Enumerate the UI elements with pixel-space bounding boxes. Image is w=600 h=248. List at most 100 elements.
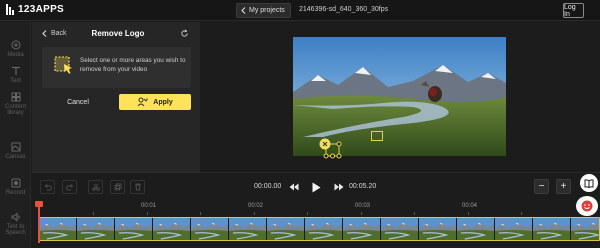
filmstrip-frame	[419, 218, 457, 240]
duplicate-button[interactable]	[110, 180, 125, 194]
login-button[interactable]: Log In	[563, 3, 584, 18]
filmstrip-frame	[533, 218, 571, 240]
my-projects-button[interactable]: My projects	[236, 3, 291, 18]
chevron-left-icon	[42, 30, 47, 37]
ruler-tick	[147, 212, 148, 215]
select-area-icon	[54, 56, 72, 74]
fast-forward-icon	[334, 183, 344, 191]
split-button[interactable]	[88, 180, 103, 194]
content-library-icon	[11, 92, 20, 102]
ruler-tick-label: 00:03	[355, 203, 371, 209]
video-track-clip[interactable]	[38, 217, 600, 241]
support-icon	[581, 200, 593, 212]
reset-icon[interactable]	[180, 29, 189, 38]
chevron-left-icon	[241, 7, 246, 14]
filmstrip-frame	[153, 218, 191, 240]
sidebar-item-canvas[interactable]: Canvas	[0, 142, 31, 160]
filmstrip-frame	[267, 218, 305, 240]
logo-selection-area[interactable]	[371, 131, 383, 141]
filmstrip-frame	[305, 218, 343, 240]
top-bar: 123APPS My projects 2146396-sd_640_360_3…	[0, 0, 600, 21]
rewind-button[interactable]	[288, 181, 300, 193]
app-window: 123APPS My projects 2146396-sd_640_360_3…	[0, 0, 600, 248]
apply-button[interactable]: Apply	[119, 94, 191, 110]
text-to-speech-icon	[11, 212, 20, 222]
filmstrip-frame	[457, 218, 495, 240]
logo-selection-handle[interactable]	[318, 138, 344, 160]
timeline-ruler[interactable]: 00:01 00:02 00:03 00:04	[32, 201, 600, 217]
guide-button[interactable]	[580, 174, 598, 192]
cancel-button[interactable]: Cancel	[44, 94, 112, 110]
redo-icon	[65, 184, 73, 191]
sidebar-item-label: Record	[5, 190, 26, 196]
minus-icon: −	[538, 180, 545, 192]
filmstrip-frame	[115, 218, 153, 240]
sidebar-item-text[interactable]: Text	[0, 66, 31, 84]
filmstrip-frame	[343, 218, 381, 240]
instruction-box: Select one or more areas you wish to rem…	[42, 47, 191, 88]
trash-icon	[134, 183, 141, 191]
brand-logo[interactable]: 123APPS	[6, 4, 64, 15]
ruler-tick-label: 00:01	[141, 203, 157, 209]
plus-icon: +	[560, 180, 567, 192]
apply-icon	[137, 97, 149, 107]
ruler-tick	[361, 212, 362, 215]
ruler-tick	[254, 212, 255, 215]
filmstrip-frame	[39, 218, 77, 240]
play-button[interactable]	[310, 181, 322, 193]
sidebar-item-label: Media	[7, 52, 24, 58]
ruler-tick	[414, 212, 415, 215]
remove-logo-panel: Back Remove Logo Select one or more area…	[32, 22, 200, 172]
panel-title: Remove Logo	[91, 29, 145, 38]
my-projects-label: My projects	[249, 7, 285, 14]
filmstrip-frame	[77, 218, 115, 240]
ruler-tick	[307, 212, 308, 215]
back-button[interactable]: Back	[42, 30, 67, 37]
ruler-tick	[521, 212, 522, 215]
filmstrip-frame	[229, 218, 267, 240]
sidebar: Media Text Content library Canvas Record…	[0, 22, 31, 248]
filmstrip-frame	[571, 218, 599, 240]
ruler-tick	[200, 212, 201, 215]
filmstrip-frame	[495, 218, 533, 240]
undo-button[interactable]	[40, 180, 55, 194]
sidebar-item-text-to-speech[interactable]: Text to Speech	[0, 212, 31, 236]
delete-button[interactable]	[130, 180, 145, 194]
instruction-text: Select one or more areas you wish to rem…	[80, 57, 186, 73]
filmstrip-frame	[381, 218, 419, 240]
scissors-icon	[91, 183, 100, 191]
sidebar-item-label: Text	[9, 78, 21, 84]
zoom-out-button[interactable]: −	[534, 179, 549, 194]
total-time: 00:05.20	[349, 183, 377, 190]
playback-controls: 00:00.00 00:05.20 − +	[32, 172, 600, 201]
redo-button[interactable]	[62, 180, 77, 194]
book-icon	[584, 178, 594, 188]
canvas-icon	[11, 142, 20, 152]
sidebar-item-label: Canvas	[5, 154, 26, 160]
play-icon	[312, 182, 320, 192]
rewind-icon	[289, 183, 299, 191]
support-chat-button[interactable]	[576, 196, 598, 216]
zoom-in-button[interactable]: +	[556, 179, 571, 194]
undo-icon	[44, 184, 52, 191]
sidebar-item-media[interactable]: Media	[0, 40, 31, 58]
copy-icon	[114, 183, 121, 191]
record-icon	[11, 178, 20, 188]
media-icon	[11, 40, 20, 50]
logo-icon	[6, 4, 14, 15]
playhead[interactable]	[38, 203, 40, 243]
text-icon	[11, 66, 20, 75]
ruler-tick	[93, 212, 94, 215]
sidebar-item-label: Content library	[4, 104, 26, 116]
sidebar-item-label: Text to Speech	[5, 224, 26, 236]
filmstrip-frame	[191, 218, 229, 240]
ruler-tick-label: 00:04	[462, 203, 478, 209]
back-label: Back	[51, 30, 67, 37]
sidebar-item-record[interactable]: Record	[0, 178, 31, 196]
fast-forward-button[interactable]	[333, 181, 345, 193]
ruler-tick	[468, 212, 469, 215]
apply-label: Apply	[153, 98, 173, 106]
sidebar-item-content-library[interactable]: Content library	[0, 92, 31, 116]
file-name[interactable]: 2146396-sd_640_360_30fps	[299, 6, 388, 13]
current-time: 00:00.00	[254, 183, 282, 190]
